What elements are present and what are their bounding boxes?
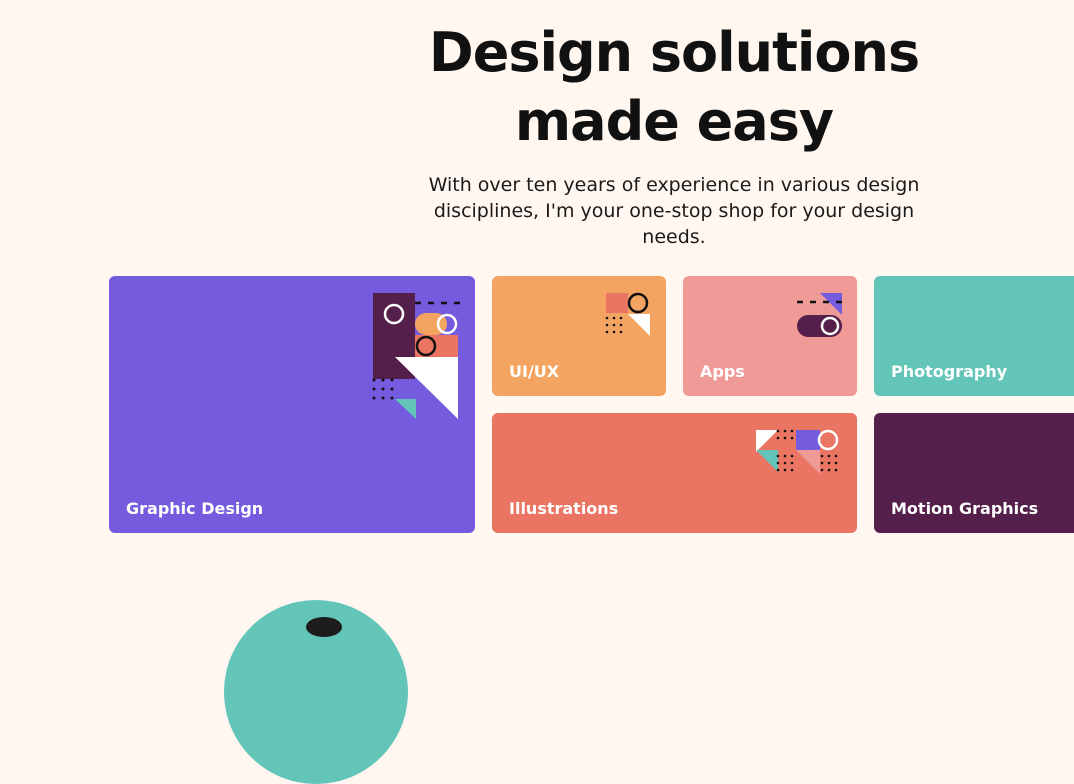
geometric-shapes-icon [372,293,463,419]
service-card-apps[interactable]: Apps [683,276,857,396]
hero-title: Design solutions made easy [382,18,966,156]
geometric-shapes-icon [605,292,650,336]
service-card-motion-graphics[interactable]: Motion Graphics [874,413,1074,533]
hero-title-line2: made easy [514,90,834,153]
service-card-uiux[interactable]: UI/UX [492,276,666,396]
service-card-photography[interactable]: Photography [874,276,1074,396]
service-card-illustrations[interactable]: Illustrations [492,413,857,533]
card-label-photography: Photography [891,362,1008,381]
hero-title-line1: Design solutions [428,21,920,84]
geometric-shapes-icon [756,429,839,474]
card-label-uiux: UI/UX [509,362,560,381]
card-label-motion-graphics: Motion Graphics [891,499,1039,518]
toggle-switch-icon [797,293,842,337]
card-label-apps: Apps [700,362,745,381]
service-card-graphic-design[interactable]: Graphic Design [109,276,475,533]
hero-subtitle: With over ten years of experience in var… [428,174,920,248]
card-label-illustrations: Illustrations [509,499,619,518]
avatar-icon [306,617,342,637]
card-label-graphic-design: Graphic Design [126,499,264,518]
